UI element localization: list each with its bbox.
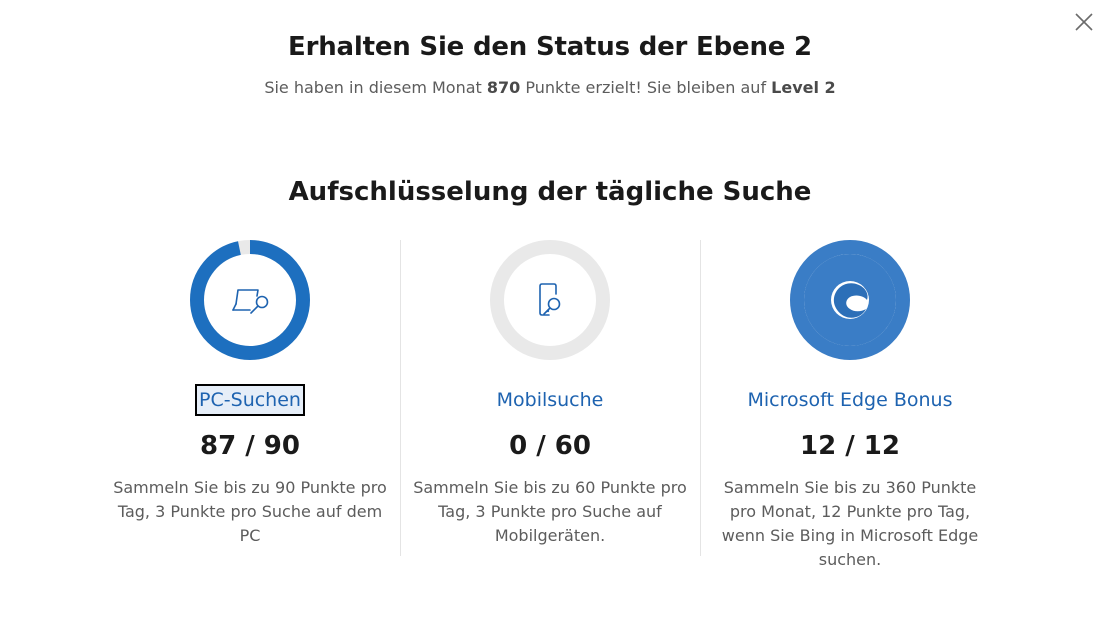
edge-bonus-link[interactable]: Microsoft Edge Bonus — [743, 384, 956, 416]
points-value: 870 — [486, 78, 521, 97]
edge-bonus-score: 12 / 12 — [800, 431, 900, 461]
card-mobile-search: Mobilsuche 0 / 60 Sammeln Sie bis zu 60 … — [400, 240, 700, 548]
progress-ring — [490, 240, 610, 360]
mobile-search-description: Sammeln Sie bis zu 60 Punkte pro Tag, 3 … — [413, 478, 687, 545]
card-edge-bonus: Microsoft Edge Bonus 12 / 12 Sammeln Sie… — [700, 240, 1000, 572]
level-value: Level 2 — [771, 78, 836, 97]
page-title: Erhalten Sie den Status der Ebene 2 — [288, 32, 812, 62]
close-icon — [1075, 13, 1093, 31]
pc-search-score: 87 / 90 — [200, 431, 300, 461]
pc-search-link[interactable]: PC-Suchen — [195, 384, 305, 416]
edge-bonus-description: Sammeln Sie bis zu 360 Punkte pro Monat,… — [721, 478, 979, 569]
edge-icon — [831, 281, 869, 319]
progress-ring — [790, 240, 910, 360]
subtitle-middle: Punkte erzielt! Sie bleiben auf — [520, 78, 772, 97]
progress-arc — [190, 240, 310, 360]
section-title: Aufschlüsselung der tägliche Suche — [288, 177, 812, 207]
close-button[interactable] — [1073, 11, 1095, 33]
pc-search-description: Sammeln Sie bis zu 90 Punkte pro Tag, 3 … — [113, 478, 387, 545]
page-subtitle: Sie haben in diesem Monat 870 Punkte erz… — [0, 78, 1100, 97]
pc-search-icon — [232, 289, 269, 314]
subtitle-prefix: Sie haben in diesem Monat — [264, 78, 487, 97]
mobile-search-score: 0 / 60 — [509, 431, 591, 461]
mobile-search-link[interactable]: Mobilsuche — [493, 384, 608, 416]
card-pc-search: PC-Suchen 87 / 90 Sammeln Sie bis zu 90 … — [100, 240, 400, 548]
mobile-search-icon — [539, 283, 561, 316]
progress-ring — [190, 240, 310, 360]
